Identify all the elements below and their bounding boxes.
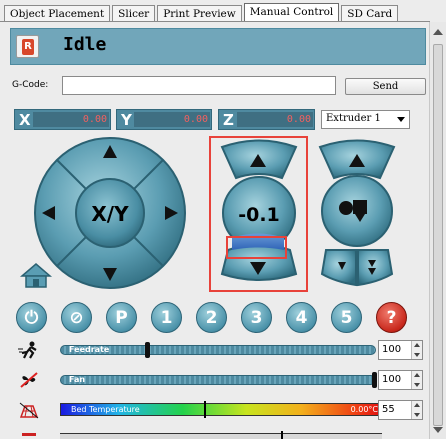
feedrate-label: Feedrate (69, 345, 110, 354)
extruder-jog-pad[interactable] (318, 139, 396, 287)
z-control-highlight (209, 136, 308, 292)
fan-slider[interactable]: Fan (60, 372, 377, 388)
bed-temperature-row: Bed Temperature 0.00°C 55 (14, 400, 424, 420)
x-axis-label: X (19, 111, 31, 129)
preset-5-label: 5 (340, 307, 353, 328)
quick-actions-row: ⏻ ⊘ P 1 2 3 4 5 ? (16, 302, 421, 333)
feedrate-slider-handle[interactable] (145, 342, 150, 358)
preset-3-button[interactable]: 3 (241, 302, 272, 333)
feedrate-slider[interactable]: Feedrate (60, 342, 376, 358)
preset-3-label: 3 (250, 307, 263, 328)
extruder-temperature-icon (18, 430, 40, 439)
help-icon: ? (386, 307, 397, 328)
tab-bar: Object Placement Slicer Print Preview Ma… (4, 3, 400, 22)
printer-logo-icon: R (16, 35, 39, 58)
extruder-select-value: Extruder 1 (326, 113, 381, 124)
xy-jog-pad[interactable]: X/Y (34, 137, 186, 289)
extruder-select[interactable]: Extruder 1 (321, 110, 410, 129)
fan-off-icon: ⊘ (69, 307, 84, 328)
power-icon: ⏻ (24, 307, 39, 328)
bed-target-marker[interactable] (204, 401, 206, 418)
bed-target-spinbox[interactable]: 55 (378, 400, 423, 420)
scroll-thumb[interactable] (433, 44, 443, 426)
feedrate-spinbox[interactable]: 100 (378, 340, 423, 360)
preset-1-label: 1 (160, 307, 173, 328)
bed-current-temperature: 0.00°C (350, 405, 378, 414)
fan-spinbox[interactable]: 100 (378, 370, 423, 390)
fan-slider-handle[interactable] (372, 372, 377, 388)
feedrate-spinner-buttons[interactable] (411, 341, 422, 359)
park-button[interactable]: P (106, 302, 137, 333)
bed-spinner-buttons[interactable] (411, 401, 422, 419)
preset-2-button[interactable]: 2 (196, 302, 227, 333)
preset-5-button[interactable]: 5 (331, 302, 362, 333)
fan-value: 100 (382, 374, 402, 385)
scroll-up-icon[interactable] (433, 29, 443, 35)
bed-temperature-slider[interactable]: Bed Temperature 0.00°C (60, 401, 382, 418)
status-text: Idle (63, 34, 107, 55)
z-value: 0.00 (237, 112, 313, 127)
tab-slicer[interactable]: Slicer (112, 5, 156, 22)
fan-off-button[interactable]: ⊘ (61, 302, 92, 333)
power-button[interactable]: ⏻ (16, 302, 47, 333)
tab-object-placement[interactable]: Object Placement (4, 5, 111, 22)
y-axis-label: Y (121, 111, 132, 129)
gcode-label: G-Code: (12, 80, 49, 90)
tab-divider (0, 21, 430, 22)
fan-spinner-buttons[interactable] (411, 371, 422, 389)
tab-manual-control[interactable]: Manual Control (243, 3, 340, 22)
heated-bed-icon (19, 402, 39, 419)
status-panel: R Idle (10, 28, 426, 65)
fan-label: Fan (69, 375, 86, 384)
chevron-down-icon (397, 117, 405, 122)
preset-4-label: 4 (295, 307, 308, 328)
preset-2-label: 2 (205, 307, 218, 328)
vertical-scrollbar[interactable] (429, 22, 446, 439)
bed-temperature-label: Bed Temperature (71, 405, 140, 414)
scroll-down-icon[interactable] (433, 427, 443, 433)
feedrate-value: 100 (382, 344, 402, 355)
x-coordinate: X 0.00 (14, 109, 111, 130)
manual-control-window: Object Placement Slicer Print Preview Ma… (0, 0, 446, 439)
z-minus-highlight (226, 236, 287, 259)
y-coordinate: Y 0.00 (116, 109, 212, 130)
tab-print-preview[interactable]: Print Preview (157, 5, 242, 22)
park-icon: P (115, 307, 128, 328)
xy-label: X/Y (91, 202, 129, 226)
fan-row: Fan 100 (14, 370, 424, 390)
help-button[interactable]: ? (376, 302, 407, 333)
send-button[interactable]: Send (345, 78, 426, 95)
fan-icon (20, 372, 38, 388)
preset-4-button[interactable]: 4 (286, 302, 317, 333)
gcode-input[interactable] (62, 76, 336, 95)
feedrate-row: Feedrate 100 (14, 340, 424, 360)
preset-1-button[interactable]: 1 (151, 302, 182, 333)
bed-target-value: 55 (382, 404, 395, 415)
tab-sd-card[interactable]: SD Card (341, 5, 399, 22)
home-icon[interactable] (19, 263, 53, 288)
z-axis-label: Z (223, 111, 234, 129)
z-coordinate: Z 0.00 (218, 109, 315, 130)
running-man-icon (18, 341, 37, 359)
x-value: 0.00 (33, 112, 109, 127)
y-value: 0.00 (134, 112, 210, 127)
extruder-temperature-slider[interactable] (60, 431, 382, 439)
